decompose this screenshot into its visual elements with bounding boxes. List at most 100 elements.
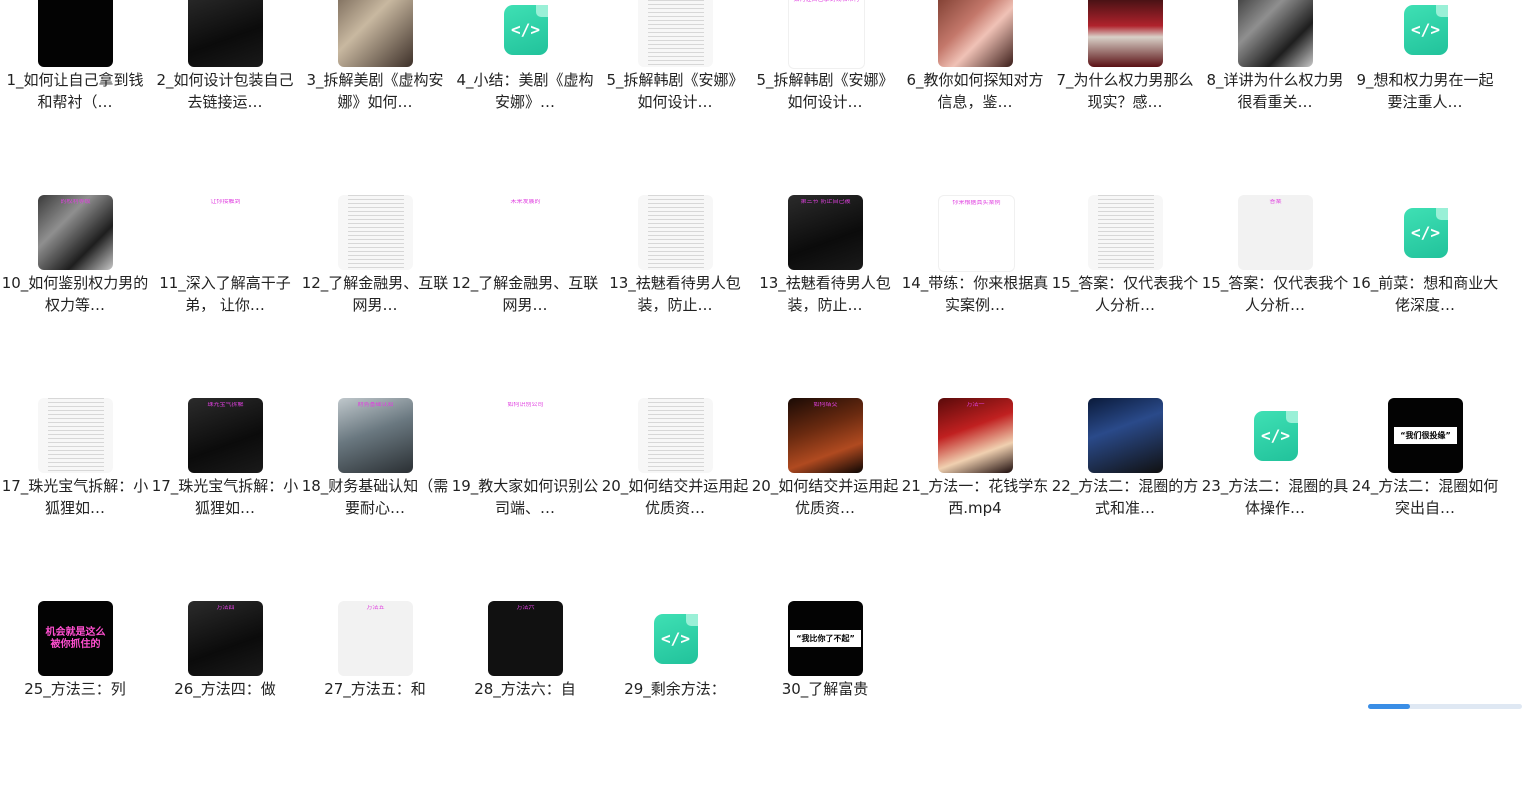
file-tile[interactable]: 17_珠光宝气拆解：小狐狸如… (0, 398, 150, 598)
file-tile[interactable]: 13_祛魅看待男人包装，防止… (600, 195, 750, 395)
file-tile[interactable]: 7_为什么权力男那么现实？感… (1050, 0, 1200, 192)
file-tile[interactable]: </> 9_想和权力男在一起要注重人… (1350, 0, 1500, 192)
file-name: 30_了解富贵 (781, 680, 869, 698)
file-name: 17_珠光宝气拆解：小狐狸如… (1, 477, 149, 517)
file-name: 2_如何设计包装自己去链接运… (156, 71, 294, 111)
thumbnail-caption: 如何让自己拿到钱和帮衬 (793, 0, 860, 3)
file-name: 27_方法五：和 (324, 680, 426, 698)
file-tile[interactable]: </> 16_前菜：想和商业大佬深度… (1350, 195, 1500, 395)
thumbnail-caption: “我比你了不起” (790, 630, 861, 647)
file-tile[interactable]: </> 29_剩余方法： (600, 601, 750, 801)
file-name: 25_方法三：列 (24, 680, 126, 698)
file-thumbnail: 如何让自己拿到钱和帮衬 (788, 0, 865, 69)
file-thumbnail (38, 398, 113, 473)
file-tile[interactable]: 如何结交 20_如何结交并运用起优质资… (750, 398, 900, 598)
file-name: 9_想和权力男在一起要注重人… (1356, 71, 1494, 111)
file-name: 12_了解金融男、互联网男… (451, 274, 599, 314)
file-tile[interactable]: 6_教你如何探知对方信息，鉴… (900, 0, 1050, 192)
file-tile[interactable]: 机会就是这么被你抓住的 25_方法三：列 (0, 601, 150, 801)
file-name: 19_教大家如何识别公司端、… (451, 477, 599, 517)
file-tile[interactable]: 8_详讲为什么权力男很看重关… (1200, 0, 1350, 192)
file-tile[interactable]: 15_答案：仅代表我个人分析… (1050, 195, 1200, 395)
thumbnail-caption: 第三节 防止自己被 (800, 199, 851, 205)
file-tile[interactable]: 12_了解金融男、互联网男… (300, 195, 450, 395)
thumbnail-caption: 让你接触到 (210, 199, 241, 205)
file-thumbnail (638, 0, 713, 67)
file-tile[interactable]: 你来根据真实案例 14_带练：你来根据真实案例… (900, 195, 1050, 395)
file-name: 5_拆解韩剧《安娜》如何设计… (606, 71, 744, 111)
file-name: 28_方法六：自 (474, 680, 576, 698)
thumbnail-caption: 答案 (1269, 199, 1282, 205)
file-tile[interactable]: 财务基础认知 18_财务基础认知（需要耐心… (300, 398, 450, 598)
file-tile[interactable]: 方法六 28_方法六：自 (450, 601, 600, 801)
file-name: 29_剩余方法： (624, 680, 726, 698)
file-thumbnail (638, 398, 713, 473)
file-name: 23_方法二：混圈的具体操作… (1201, 477, 1349, 517)
file-tile[interactable]: 让你接触到 11_深入了解高干子弟， 让你… (150, 195, 300, 395)
file-thumbnail (638, 195, 713, 270)
code-file-icon: </> (1238, 398, 1313, 473)
file-name: 11_深入了解高干子弟， 让你… (159, 274, 291, 314)
file-thumbnail: 方法五 (338, 601, 413, 676)
file-name: 13_祛魅看待男人包装，防止… (759, 274, 891, 314)
file-thumbnail (1088, 0, 1163, 67)
file-thumbnail: 如何识别公司 (488, 398, 563, 473)
file-name: 20_如何结交并运用起优质资… (601, 477, 749, 517)
file-thumbnail: 珠光宝气拆解 (188, 398, 263, 473)
file-thumbnail (188, 0, 263, 67)
thumbnail-caption: 机会就是这么被你抓住的 (45, 626, 106, 650)
file-grid: 1_如何让自己拿到钱和帮衬（… 2_如何设计包装自己去链接运… 3_拆解美剧《虚构安… (0, 0, 1525, 709)
file-name: 17_珠光宝气拆解：小狐狸如… (151, 477, 299, 517)
file-tile[interactable]: 1_如何让自己拿到钱和帮衬（… (0, 0, 150, 192)
file-thumbnail: 如何结交 (788, 398, 863, 473)
file-tile[interactable]: </> 23_方法二：混圈的具体操作… (1200, 398, 1350, 598)
file-name: 22_方法二：混圈的方式和准… (1051, 477, 1199, 517)
file-name: 3_拆解美剧《虚构安娜》如何… (306, 71, 444, 111)
file-name: 8_详讲为什么权力男很看重关… (1206, 71, 1344, 111)
thumbnail-caption: 方法六 (516, 605, 535, 611)
file-thumbnail: “我们很投缘” (1388, 398, 1463, 473)
file-tile[interactable]: “我们很投缘” 24_方法二：混圈如何突出自… (1350, 398, 1500, 598)
code-file-icon: </> (488, 0, 563, 67)
file-tile[interactable]: 珠光宝气拆解 17_珠光宝气拆解：小狐狸如… (150, 398, 300, 598)
code-file-icon: </> (638, 601, 713, 676)
file-thumbnail (1238, 0, 1313, 67)
file-tile[interactable]: 5_拆解韩剧《安娜》如何设计… (600, 0, 750, 192)
file-tile[interactable]: 方法一 21_方法一：花钱学东西.mp4 (900, 398, 1050, 598)
file-thumbnail: 财务基础认知 (338, 398, 413, 473)
file-tile[interactable]: 的权利等级 10_如何鉴别权力男的权力等… (0, 195, 150, 395)
file-tile[interactable]: 3_拆解美剧《虚构安娜》如何… (300, 0, 450, 192)
thumbnail-caption: 方法四 (216, 605, 235, 611)
file-name: 5_拆解韩剧《安娜》如何设计… (756, 71, 894, 111)
file-tile[interactable]: 20_如何结交并运用起优质资… (600, 398, 750, 598)
file-tile[interactable]: 方法五 27_方法五：和 (300, 601, 450, 801)
file-tile[interactable]: 第三节 防止自己被 13_祛魅看待男人包装，防止… (750, 195, 900, 395)
file-name: 21_方法一：花钱学东西.mp4 (901, 477, 1049, 517)
file-name: 6_教你如何探知对方信息，鉴… (906, 71, 1044, 111)
file-thumbnail: 方法六 (488, 601, 563, 676)
file-tile[interactable]: 答案 15_答案：仅代表我个人分析… (1200, 195, 1350, 395)
file-tile[interactable]: “我比你了不起” 30_了解富贵 (750, 601, 900, 801)
file-tile[interactable]: 方法四 26_方法四：做 (150, 601, 300, 801)
file-name: 18_财务基础认知（需要耐心… (301, 477, 449, 517)
file-thumbnail (38, 0, 113, 67)
file-name: 7_为什么权力男那么现实？感… (1056, 71, 1194, 111)
file-thumbnail (938, 0, 1013, 67)
file-name: 15_答案：仅代表我个人分析… (1051, 274, 1199, 314)
file-thumbnail (1088, 398, 1163, 473)
file-thumbnail (1088, 195, 1163, 270)
thumbnail-caption: 你来根据真实案例 (952, 200, 1001, 206)
thumbnail-caption: 方法一 (966, 402, 985, 408)
thumbnail-caption: 财务基础认知 (357, 402, 394, 408)
file-tile[interactable]: 如何让自己拿到钱和帮衬 5_拆解韩剧《安娜》如何设计… (750, 0, 900, 192)
file-tile[interactable]: 如何识别公司 19_教大家如何识别公司端、… (450, 398, 600, 598)
file-thumbnail: 未来发展的 (488, 195, 563, 270)
file-tile[interactable]: 未来发展的 12_了解金融男、互联网男… (450, 195, 600, 395)
file-tile[interactable]: 22_方法二：混圈的方式和准… (1050, 398, 1200, 598)
horizontal-scrollbar[interactable] (1368, 704, 1522, 709)
file-thumbnail: 你来根据真实案例 (938, 195, 1015, 272)
file-tile[interactable]: 2_如何设计包装自己去链接运… (150, 0, 300, 192)
file-thumbnail (338, 195, 413, 270)
code-file-icon: </> (1388, 0, 1463, 67)
file-tile[interactable]: </> 4_小结：美剧《虚构安娜》… (450, 0, 600, 192)
